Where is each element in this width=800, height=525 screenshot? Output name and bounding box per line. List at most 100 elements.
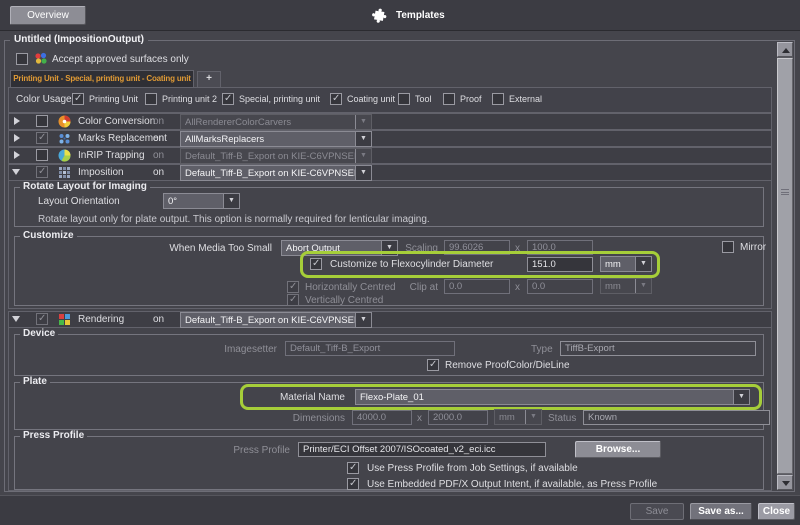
status-label: Status xyxy=(548,413,576,424)
clip-at-label: Clip at xyxy=(350,282,438,293)
dimensions-multiply-label: x xyxy=(417,413,422,424)
inrip-trapping-target-dropdown[interactable]: Default_Tiff-B_Export on KIE-C6VPNSERV01 xyxy=(180,148,372,164)
device-group-title: Device xyxy=(20,328,58,339)
color-usage-item-label: Coating unit xyxy=(347,94,395,104)
save-as-button[interactable]: Save as... xyxy=(690,503,752,520)
flexocylinder-diameter-field[interactable]: 151.0 xyxy=(527,257,593,272)
marks-replacement-enable-checkbox[interactable] xyxy=(36,132,48,144)
rendering-enable-checkbox[interactable] xyxy=(36,313,48,325)
clip-unit-dropdown[interactable]: mm xyxy=(600,278,652,294)
puzzle-icon xyxy=(372,7,390,25)
page-title: Untitled (ImpositionOutput) xyxy=(10,34,148,45)
dimensions-x-field[interactable]: 4000.0 xyxy=(352,410,412,425)
layout-orientation-label: Layout Orientation xyxy=(38,196,120,207)
color-usage-item-label: Printing Unit xyxy=(89,94,138,104)
marks-replacement-icon xyxy=(58,132,71,145)
imagesetter-field[interactable]: Default_Tiff-B_Export xyxy=(285,341,455,356)
mirror-checkbox[interactable] xyxy=(722,241,734,253)
imposition-target-dropdown[interactable]: Default_Tiff-B_Export on KIE-C6VPNSERV01 xyxy=(180,165,372,181)
approved-surfaces-icon xyxy=(34,52,48,65)
color-usage-printing-unit-checkbox[interactable] xyxy=(72,93,84,105)
imposition-enable-checkbox[interactable] xyxy=(36,166,48,178)
close-button[interactable]: Close xyxy=(758,503,795,520)
up-arrow-icon xyxy=(782,48,790,53)
dimensions-y-field[interactable]: 2000.0 xyxy=(428,410,488,425)
clip-x-field[interactable]: 0.0 xyxy=(444,279,510,294)
customize-flexocylinder-checkbox[interactable] xyxy=(310,258,322,270)
remove-proofcolor-dieline-checkbox[interactable] xyxy=(427,359,439,371)
scrollbar-thumb[interactable] xyxy=(777,58,793,474)
row-label: Imposition xyxy=(78,167,124,178)
scrollbar-down-button[interactable] xyxy=(777,475,793,490)
color-usage-coating-unit-checkbox[interactable] xyxy=(330,93,342,105)
add-tab-button[interactable]: + xyxy=(197,71,221,87)
expand-arrow-icon[interactable] xyxy=(14,151,20,159)
status-field[interactable]: Known xyxy=(583,410,770,425)
customize-group-title: Customize xyxy=(20,230,77,241)
templates-menu[interactable]: Templates xyxy=(372,5,445,26)
collapse-arrow-icon[interactable] xyxy=(12,169,20,175)
use-embedded-pdfx-checkbox[interactable] xyxy=(347,478,359,490)
accept-approved-label: Accept approved surfaces only xyxy=(52,54,189,65)
overview-button[interactable]: Overview xyxy=(10,6,86,25)
imposition-output-window: Overview Templates Untitled (ImpositionO… xyxy=(0,0,800,525)
rendering-icon xyxy=(58,313,71,326)
type-field[interactable]: TiffB-Export xyxy=(560,341,756,356)
color-conversion-icon xyxy=(58,115,71,128)
scrollbar-grip-icon xyxy=(781,189,789,195)
save-button[interactable]: Save xyxy=(630,503,684,520)
row-on-label: on xyxy=(153,314,164,325)
expand-arrow-icon[interactable] xyxy=(14,117,20,125)
flexocylinder-label: Customize to Flexocylinder Diameter xyxy=(330,259,493,270)
color-usage-printing-unit-2-checkbox[interactable] xyxy=(145,93,157,105)
press-profile-field[interactable]: Printer/ECI Offset 2007/ISOcoated_v2_eci… xyxy=(298,442,546,457)
dimensions-label: Dimensions xyxy=(255,413,345,424)
press-profile-group-title: Press Profile xyxy=(20,430,87,441)
row-label: Color Conversion xyxy=(78,116,155,127)
inrip-trapping-enable-checkbox[interactable] xyxy=(36,149,48,161)
inrip-trapping-icon xyxy=(58,149,71,162)
color-usage-external-checkbox[interactable] xyxy=(492,93,504,105)
remove-proofcolor-dieline-label: Remove ProofColor/DieLine xyxy=(445,360,570,371)
color-usage-item-label: External xyxy=(509,94,542,104)
horizontally-centred-checkbox[interactable] xyxy=(287,281,299,293)
clip-multiply-label: x xyxy=(515,282,520,293)
color-usage-item-label: Special, printing unit xyxy=(239,94,320,104)
templates-label: Templates xyxy=(396,10,445,21)
vertically-centred-label: Vertically Centred xyxy=(305,295,383,306)
color-usage-label: Color Usage: xyxy=(16,94,74,105)
row-label: InRIP Trapping xyxy=(78,150,145,161)
flexocylinder-unit-dropdown[interactable]: mm xyxy=(600,256,652,272)
when-media-too-small-label: When Media Too Small xyxy=(160,243,272,254)
vertically-centred-checkbox[interactable] xyxy=(287,294,299,306)
mirror-label: Mirror xyxy=(740,242,766,253)
marks-replacement-target-dropdown[interactable]: AllMarksReplacers xyxy=(180,131,372,147)
row-on-label: on xyxy=(153,133,164,144)
use-press-profile-job-settings-label: Use Press Profile from Job Settings, if … xyxy=(367,463,578,474)
color-usage-item-label: Proof xyxy=(460,94,482,104)
dimensions-unit-dropdown[interactable]: mm xyxy=(494,409,542,425)
tab-printing-units[interactable]: Printing Unit - Special, printing unit -… xyxy=(10,70,194,87)
rotate-layout-note: Rotate layout only for plate output. Thi… xyxy=(38,214,430,225)
material-name-dropdown[interactable]: Flexo-Plate_01 xyxy=(355,389,750,405)
color-usage-special-printing-unit-checkbox[interactable] xyxy=(222,93,234,105)
color-conversion-enable-checkbox[interactable] xyxy=(36,115,48,127)
rendering-target-dropdown[interactable]: Default_Tiff-B_Export on KIE-C6VPNSERV01 xyxy=(180,312,372,328)
imposition-icon xyxy=(58,166,71,179)
collapse-arrow-icon[interactable] xyxy=(12,316,20,322)
row-on-label: on xyxy=(153,116,164,127)
press-profile-label: Press Profile xyxy=(215,445,290,456)
down-arrow-icon xyxy=(782,481,790,486)
color-conversion-target-dropdown[interactable]: AllRendererColorCarvers xyxy=(180,114,372,130)
expand-arrow-icon[interactable] xyxy=(14,134,20,142)
scrollbar-up-button[interactable] xyxy=(777,42,793,57)
row-label: Rendering xyxy=(78,314,124,325)
clip-y-field[interactable]: 0.0 xyxy=(527,279,593,294)
layout-orientation-dropdown[interactable]: 0° xyxy=(163,193,240,209)
browse-button[interactable]: Browse... xyxy=(575,441,661,458)
accept-approved-checkbox[interactable] xyxy=(16,53,28,65)
color-usage-proof-checkbox[interactable] xyxy=(443,93,455,105)
use-press-profile-job-settings-checkbox[interactable] xyxy=(347,462,359,474)
color-usage-tool-checkbox[interactable] xyxy=(398,93,410,105)
top-toolbar: Overview Templates xyxy=(0,0,800,31)
